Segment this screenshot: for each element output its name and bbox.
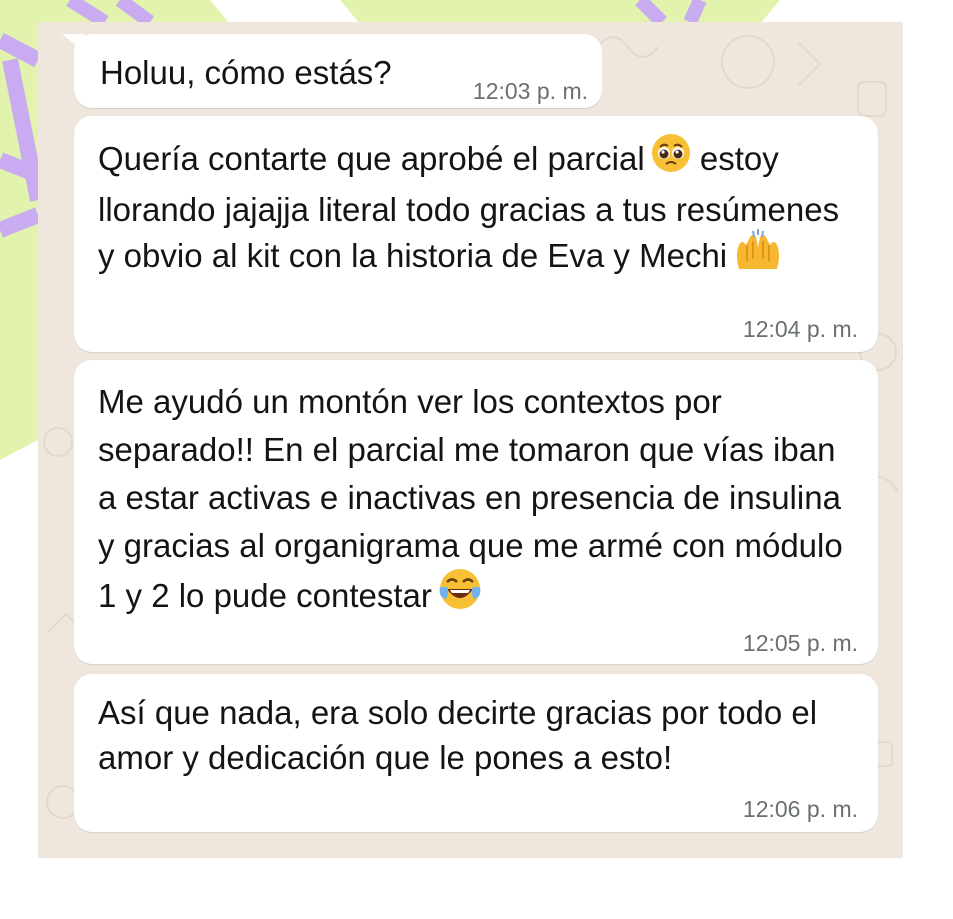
message-timestamp: 12:06 p. m. xyxy=(742,796,858,822)
message-bubble-1[interactable]: Holuu, cómo estás? 12:03 p. m. xyxy=(62,34,602,108)
message-bubble-2[interactable]: Quería contarte que aprobé el parcial es… xyxy=(74,116,878,352)
message-bubble-4[interactable]: Así que nada, era solo decirte gracias p… xyxy=(74,674,878,832)
message-timestamp: 12:04 p. m. xyxy=(742,316,858,342)
face-with-tears-of-joy-emoji-icon xyxy=(438,567,482,624)
chat-conversation[interactable]: Holuu, cómo estás? 12:03 p. m. Quería co… xyxy=(38,22,903,858)
raising-hands-emoji-icon xyxy=(733,229,783,282)
pleading-face-emoji-icon xyxy=(651,133,691,184)
message-timestamp: 12:05 p. m. xyxy=(742,630,858,656)
message-bubble-3[interactable]: Me ayudó un montón ver los contextos por… xyxy=(74,360,878,664)
message-timestamp: 12:03 p. m. xyxy=(472,78,588,104)
message-text: Me ayudó un montón ver los contextos por… xyxy=(98,383,843,614)
message-text: Holuu, cómo estás? xyxy=(100,54,392,91)
bubble-tail xyxy=(62,34,84,52)
message-text: Así que nada, era solo decirte gracias p… xyxy=(98,694,827,776)
message-text: Quería contarte que aprobé el parcial es… xyxy=(98,134,839,274)
